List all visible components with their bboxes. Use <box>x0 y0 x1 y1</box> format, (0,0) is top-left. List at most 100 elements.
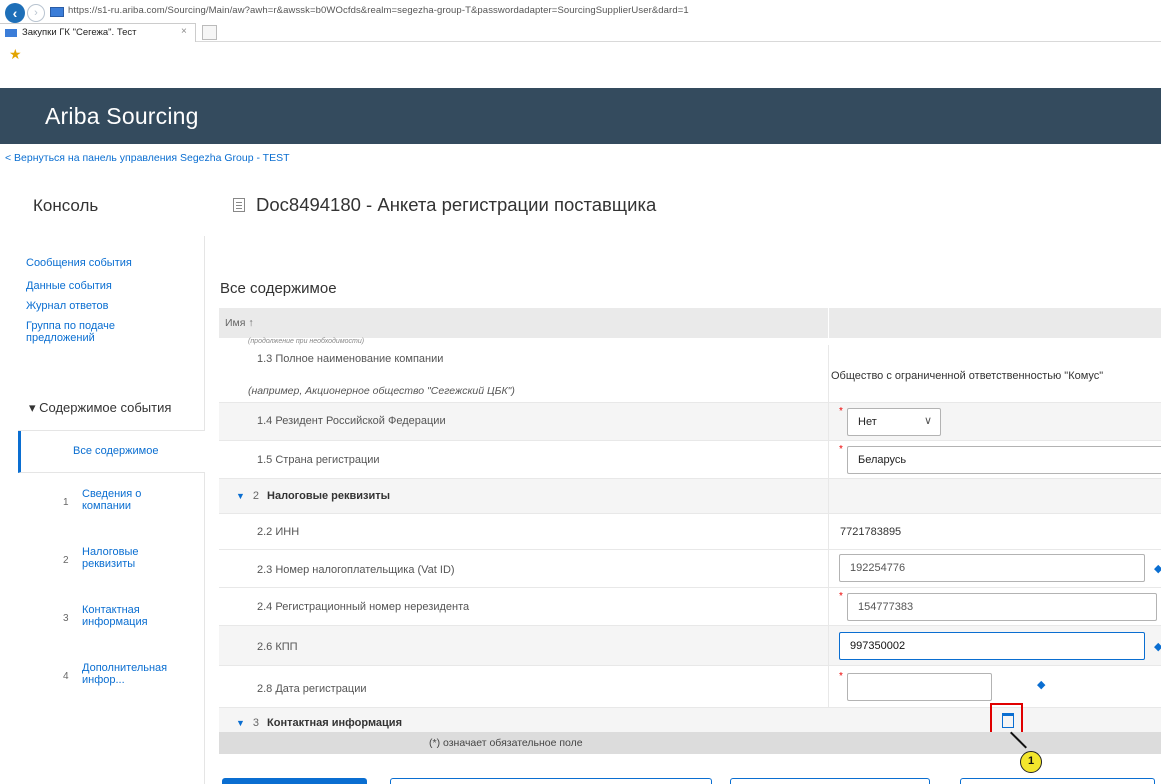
group-contact-info[interactable]: ▼ 3 Контактная информация <box>236 717 402 729</box>
table-row: 2.2 ИНН 7721783895 <box>219 514 1161 550</box>
browser-back-icon[interactable]: ‹ <box>5 3 25 23</box>
divider <box>828 441 829 478</box>
comment-icon[interactable]: ◆ <box>1037 678 1045 691</box>
resident-select-value: Нет <box>858 416 877 428</box>
action-button[interactable] <box>960 778 1155 784</box>
expand-caret-icon[interactable]: ▼ <box>236 718 245 728</box>
required-marker: * <box>839 444 843 455</box>
divider <box>828 588 829 625</box>
content-table: Имя ↑ (продолжение при необходимости) 1.… <box>219 308 1161 750</box>
required-marker: * <box>839 591 843 602</box>
inn-value: 7721783895 <box>840 526 902 538</box>
divider <box>828 550 829 587</box>
group-number: 2 <box>252 490 260 502</box>
divider <box>828 479 829 513</box>
favorites-star-icon[interactable]: ★ <box>9 46 22 63</box>
table-row: 1.4 Резидент Российской Федерации * Нет … <box>219 403 1161 441</box>
sidebar-link-event-messages[interactable]: Сообщения события <box>26 257 132 269</box>
vat-id-value: 192254776 <box>850 562 906 574</box>
company-name-value: Общество с ограниченной ответственностью… <box>831 370 1104 382</box>
action-button[interactable] <box>730 778 930 784</box>
sidebar-item-tax-details[interactable]: Налоговые реквизиты <box>82 546 162 570</box>
address-bar[interactable]: https://s1-ru.ariba.com/Sourcing/Main/aw… <box>68 5 689 16</box>
row-label: 1.3 Полное наименование компании <box>257 353 444 365</box>
country-field-value: Беларусь <box>858 454 907 466</box>
content-title: Все содержимое <box>220 280 337 297</box>
row-hint: (продолжение при необходимости) <box>248 338 365 345</box>
callout-marker: 1 <box>1020 751 1042 773</box>
expand-caret-icon[interactable]: ▼ <box>236 491 245 501</box>
table-header: Имя ↑ <box>219 308 1161 338</box>
vat-id-field[interactable]: 192254776 <box>839 554 1145 582</box>
table-row: 2.3 Номер налогоплательщика (Vat ID) 192… <box>219 550 1161 588</box>
group-tax-details[interactable]: ▼ 2 Налоговые реквизиты <box>236 490 390 502</box>
sidebar-link-bid-group[interactable]: Группа по подаче предложений <box>26 320 176 344</box>
highlight-box <box>990 703 1023 735</box>
divider <box>828 403 829 440</box>
table-row: 1.5 Страна регистрации * Беларусь <box>219 441 1161 479</box>
sidebar-item-additional-info[interactable]: Дополнительная инфор... <box>82 662 197 686</box>
new-tab-button[interactable] <box>202 25 217 40</box>
row-label: 2.6 КПП <box>257 641 298 653</box>
console-title: Консоль <box>33 196 99 215</box>
table-row: 2.8 Дата регистрации * ◆ <box>219 666 1161 708</box>
kpp-value: 997350002 <box>850 640 906 652</box>
site-favicon-icon <box>50 7 64 17</box>
group-title: Контактная информация <box>267 717 402 729</box>
sidebar-item-number: 4 <box>63 671 69 682</box>
sidebar-item-number: 2 <box>63 555 69 566</box>
chevron-down-icon: ∨ <box>923 415 932 427</box>
browser-forward-icon[interactable]: › <box>27 4 45 22</box>
registration-date-field[interactable] <box>847 673 992 701</box>
app-header: Ariba Sourcing <box>0 88 1161 144</box>
sidebar-item-number: 3 <box>63 613 69 624</box>
row-label: 2.3 Номер налогоплательщика (Vat ID) <box>257 564 455 576</box>
back-to-dashboard-link[interactable]: < Вернуться на панель управления Segezha… <box>5 152 290 164</box>
required-marker: * <box>839 406 843 417</box>
nonresident-reg-number-field[interactable]: 154777383 <box>847 593 1157 621</box>
sidebar-section-heading[interactable]: ▾ Содержимое события <box>29 400 171 416</box>
kpp-field[interactable]: 997350002 <box>839 632 1145 660</box>
tab-title: Закупки ГК "Сегежа". Тест <box>22 27 137 38</box>
browser-toolbar: ‹ › https://s1-ru.ariba.com/Sourcing/Mai… <box>0 0 1161 42</box>
sidebar-item-contact-info[interactable]: Контактная информация <box>82 604 172 628</box>
row-label: 1.4 Резидент Российской Федерации <box>257 415 446 427</box>
comment-icon[interactable]: ◆ <box>1154 640 1161 653</box>
sidebar-link-response-log[interactable]: Журнал ответов <box>26 300 108 312</box>
divider <box>828 308 829 338</box>
country-field[interactable]: Беларусь <box>847 446 1161 474</box>
app-title: Ariba Sourcing <box>45 103 199 129</box>
document-icon <box>233 198 245 212</box>
row-label: 2.4 Регистрационный номер нерезидента <box>257 601 470 613</box>
sidebar-item-label[interactable]: Все содержимое <box>73 445 158 457</box>
tab-favicon-icon <box>5 29 17 37</box>
sidebar-item-company-info[interactable]: Сведения о компании <box>82 488 177 512</box>
row-hint: (например, Акционерное общество "Сегежск… <box>248 385 515 397</box>
required-marker: * <box>839 671 843 682</box>
divider <box>828 626 829 665</box>
table-row: ▼ 2 Налоговые реквизиты <box>219 479 1161 514</box>
column-header-name[interactable]: Имя ↑ <box>225 317 254 329</box>
page-title: Doc8494180 - Анкета регистрации поставщи… <box>256 194 657 215</box>
nonresident-reg-number-value: 154777383 <box>858 601 914 613</box>
group-number: 3 <box>252 717 260 729</box>
table-row: 1.3 Полное наименование компании (наприм… <box>219 345 1161 403</box>
table-row: 2.4 Регистрационный номер нерезидента * … <box>219 588 1161 626</box>
sidebar-link-event-data[interactable]: Данные события <box>26 280 112 292</box>
comment-icon[interactable]: ◆ <box>1154 562 1161 575</box>
submit-button[interactable] <box>222 778 367 784</box>
table-row: 2.6 КПП 997350002 ◆ <box>219 626 1161 666</box>
divider <box>828 666 829 707</box>
row-label: 2.8 Дата регистрации <box>257 683 367 695</box>
tab-close-icon[interactable]: × <box>181 26 187 37</box>
row-label: 1.5 Страна регистрации <box>257 454 380 466</box>
browser-tab[interactable]: Закупки ГК "Сегежа". Тест × <box>0 23 196 42</box>
group-title: Налоговые реквизиты <box>267 490 391 502</box>
resident-select[interactable]: Нет ∨ <box>847 408 941 436</box>
divider <box>828 514 829 549</box>
divider <box>828 345 829 402</box>
required-field-note: (*) означает обязательное поле <box>429 737 583 749</box>
action-button[interactable] <box>390 778 712 784</box>
sidebar-item-number: 1 <box>63 497 69 508</box>
row-label: 2.2 ИНН <box>257 526 300 538</box>
